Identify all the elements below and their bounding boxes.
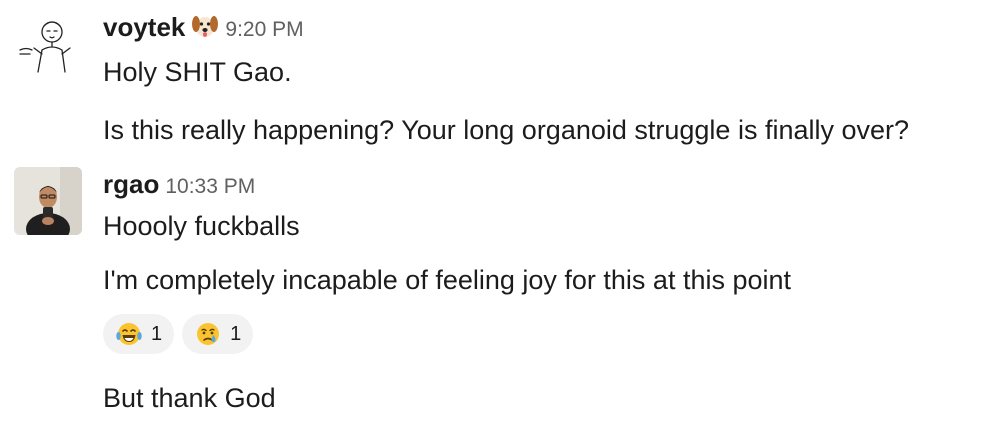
message-header: voytek 9:20 PM (103, 10, 304, 43)
username[interactable]: voytek (103, 12, 185, 43)
crying-face-emoji-icon (197, 323, 220, 345)
message-text: Holy SHIT Gao. (103, 57, 292, 87)
reaction-count: 1 (230, 322, 242, 345)
reaction-count: 1 (151, 322, 163, 345)
message-group-rgao: rgao 10:33 PM Hoooly fuckballs I'm compl… (0, 160, 1000, 424)
message-header: rgao 10:33 PM (103, 169, 255, 200)
timestamp[interactable]: 10:33 PM (165, 175, 255, 199)
username[interactable]: rgao (103, 169, 159, 200)
timestamp[interactable]: 9:20 PM (225, 18, 303, 42)
reactions-bar: 1 1 (103, 314, 254, 354)
laughing-tears-emoji-icon (116, 323, 142, 345)
avatar-voytek[interactable] (14, 10, 82, 78)
reaction-laughing[interactable]: 1 (103, 314, 175, 354)
message-text: I'm completely incapable of feeling joy … (103, 265, 792, 295)
message-text: Is this really happening? Your long orga… (103, 115, 910, 145)
message-text: Hoooly fuckballs (103, 211, 300, 241)
message-group-voytek: voytek 9:20 PM Holy SHIT Gao. Is this re… (0, 0, 1000, 160)
sketch-avatar-icon (14, 10, 82, 78)
avatar-rgao[interactable] (14, 167, 82, 235)
photo-avatar-icon (14, 167, 82, 235)
dog-face-icon (191, 13, 219, 39)
message-text: But thank God (103, 383, 276, 413)
reaction-crying[interactable]: 1 (182, 314, 254, 354)
